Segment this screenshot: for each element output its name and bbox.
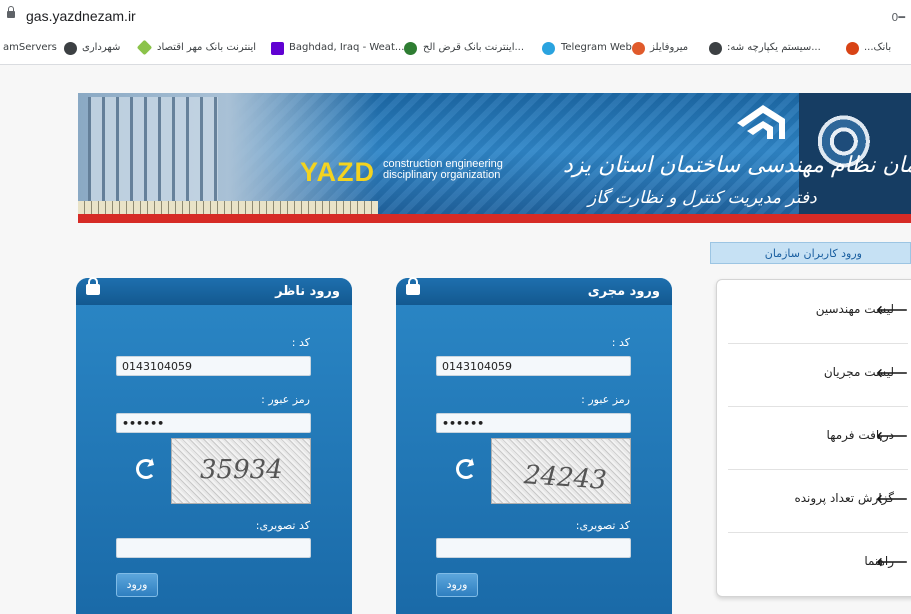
sidebar-item-forms[interactable]: 🡐 دریافت فرمها (728, 406, 908, 470)
supervisor-login-panel: ورود ناظر کد : 0143104059 رمز عبور : •••… (76, 277, 352, 614)
sidebar-item-engineers[interactable]: 🡐 لیست مهندسین (728, 280, 908, 344)
refresh-captcha-icon[interactable] (456, 459, 476, 479)
sidebar-menu: 🡐 لیست مهندسین 🡐 لیست مجریان 🡐 دریافت فر… (716, 279, 911, 597)
captcha-text: 24243 (523, 460, 608, 496)
submit-button[interactable]: ورود (436, 573, 478, 597)
organization-title: سازمان نظام مهندسی ساختمان استان یزد (563, 153, 911, 178)
contractor-login-panel: ورود مجری کد : 0143104059 رمز عبور : •••… (396, 277, 672, 614)
bookmark-item[interactable]: :سیستم یکپارچه شه... (727, 42, 821, 53)
captcha-image: 24243 (491, 438, 631, 504)
org-login-label: ورود کاربران سازمان (764, 247, 862, 260)
brand-subtitle: construction engineering disciplinary or… (383, 159, 503, 181)
brand-subtitle-line-2: disciplinary organization (383, 169, 501, 181)
check-icon (404, 42, 417, 55)
captcha-label: کد تصویری: (255, 519, 310, 532)
panel-title: ورود ناظر (275, 284, 340, 299)
captcha-text: 35934 (200, 455, 283, 485)
lock-icon (86, 277, 100, 295)
panel-header: ورود مجری (396, 277, 672, 305)
captcha-input[interactable] (116, 538, 311, 558)
ruler-icon (78, 201, 378, 215)
department-title: دفتر مدیریت کنترل و نظارت گاز (588, 188, 817, 208)
bookmarks-bar: amServers شهرداری اینترنت بانک مهر اقتصا… (0, 34, 911, 65)
bookmark-item[interactable]: Telegram Web (561, 42, 632, 53)
password-label: رمز عبور : (261, 393, 310, 406)
panel-header: ورود ناظر (76, 277, 352, 305)
code-input[interactable]: 0143104059 (436, 356, 631, 376)
banner-red-stripe (78, 214, 911, 223)
bookmark-item[interactable]: اینترنت بانک قرض الح... (423, 42, 524, 53)
bank-icon (136, 39, 153, 56)
globe-icon (64, 42, 77, 55)
code-label: کد : (611, 336, 630, 349)
bookmark-item[interactable]: amServers (3, 42, 57, 53)
telegram-icon (542, 42, 555, 55)
password-input[interactable]: •••••• (116, 413, 311, 433)
lock-icon (406, 277, 420, 295)
code-input[interactable]: 0143104059 (116, 356, 311, 376)
bookmark-item[interactable]: اینترنت بانک مهر اقتصاد (157, 42, 256, 53)
bookmark-item[interactable]: Baghdad, Iraq - Weat... (289, 42, 404, 53)
address-bar[interactable]: gas.yazdnezam.ir 0━ (0, 0, 911, 34)
lock-icon (7, 6, 15, 18)
building-icon (88, 97, 218, 202)
house-logo-icon (737, 105, 785, 139)
brand-logo-text: YAZD (300, 157, 376, 187)
sidebar-item-label: دریافت فرمها (826, 428, 894, 442)
submit-button[interactable]: ورود (116, 573, 158, 597)
sidebar-item-help[interactable]: 🡐 راهنما (728, 532, 908, 595)
sidebar-item-label: لیست مهندسین (815, 302, 894, 316)
sidebar-item-contractors[interactable]: 🡐 لیست مجریان (728, 343, 908, 407)
yahoo-icon (271, 42, 284, 55)
key-icon[interactable]: 0━ (891, 11, 905, 24)
globe-icon (709, 42, 722, 55)
bookmark-item[interactable]: ...بانک (864, 42, 891, 53)
password-input[interactable]: •••••• (436, 413, 631, 433)
captcha-label: کد تصویری: (575, 519, 630, 532)
sidebar-item-label: لیست مجریان (823, 365, 894, 379)
bookmark-item[interactable]: میروفایلز (650, 42, 688, 53)
sidebar-item-label: راهنما (864, 554, 894, 568)
org-login-button[interactable]: ورود کاربران سازمان (710, 242, 911, 264)
captcha-image: 35934 (171, 438, 311, 504)
bank-icon (846, 42, 859, 55)
header-banner: YAZD construction engineering disciplina… (78, 93, 911, 223)
password-label: رمز عبور : (581, 393, 630, 406)
panel-title: ورود مجری (587, 284, 660, 299)
captcha-input[interactable] (436, 538, 631, 558)
refresh-captcha-icon[interactable] (136, 459, 156, 479)
sidebar-item-label: گزارش تعداد پرونده (794, 491, 894, 505)
mirrorfiles-icon (632, 42, 645, 55)
sidebar-item-report[interactable]: 🡐 گزارش تعداد پرونده (728, 469, 908, 533)
code-label: کد : (291, 336, 310, 349)
url-text[interactable]: gas.yazdnezam.ir (26, 8, 136, 24)
bookmark-item[interactable]: شهرداری (82, 42, 120, 53)
